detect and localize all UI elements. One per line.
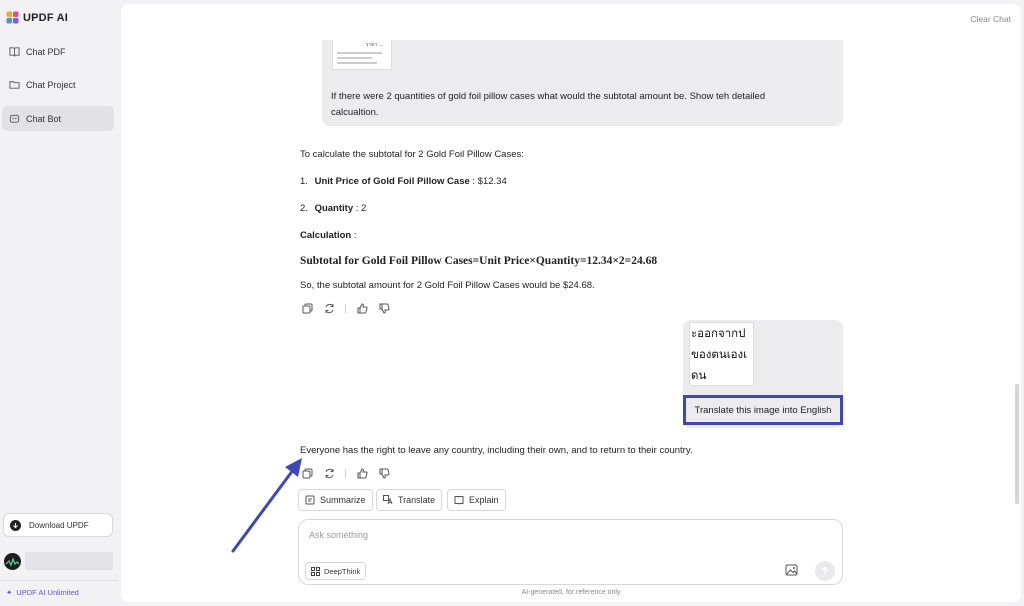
sidebar-item-label: Chat PDF [26, 47, 66, 57]
calculation-heading: Calculation : [300, 230, 356, 241]
explain-button[interactable]: Explain [447, 489, 506, 511]
user-message-text: If there were 2 quantities of gold foil … [331, 89, 811, 121]
user-name-redacted [25, 552, 113, 570]
translate-button[interactable]: Translate [376, 489, 442, 511]
copy-icon[interactable] [301, 467, 313, 479]
send-button[interactable] [815, 561, 835, 581]
chip-label: Translate [398, 495, 435, 505]
list-number: 2. [300, 203, 308, 214]
answer-actions [301, 467, 390, 479]
message-input[interactable] [309, 530, 809, 540]
calculation-formula: Subtotal for Gold Foil Pillow Cases=Unit… [300, 255, 657, 267]
ai-disclaimer: AI-generated, for reference only [121, 589, 1021, 596]
thumbnail-text: ราคา ... [337, 42, 387, 49]
app-logo[interactable]: UPDF AI [6, 11, 68, 24]
download-updf-button[interactable]: Download UPDF [3, 513, 113, 537]
user-message-text: Translate this image into English [695, 405, 832, 416]
send-arrow-icon [820, 566, 830, 576]
image-line: ะออกจากป [691, 323, 753, 344]
download-label: Download UPDF [29, 521, 89, 530]
book-icon [9, 46, 20, 57]
thumbs-down-icon[interactable] [378, 302, 390, 314]
regenerate-icon[interactable] [323, 302, 335, 314]
regenerate-icon[interactable] [323, 467, 335, 479]
divider [0, 580, 118, 581]
answer-item-2: 2. Quantity : 2 [300, 203, 366, 214]
updf-logo-icon [6, 11, 19, 24]
deepthink-toggle[interactable]: DeepThink [305, 562, 366, 580]
item-value: : 2 [353, 203, 366, 214]
calc-heading-suffix: : [351, 230, 356, 241]
list-number: 1. [300, 176, 308, 187]
image-line: ดน [691, 365, 753, 386]
answer-actions [301, 302, 390, 314]
translation-answer: Everyone has the right to leave any coun… [300, 445, 693, 456]
divider [345, 469, 346, 478]
message-composer: DeepThink [298, 519, 843, 585]
item-label: Unit Price of Gold Foil Pillow Case [315, 176, 470, 187]
answer-item-1: 1. Unit Price of Gold Foil Pillow Case :… [300, 176, 507, 187]
deepthink-icon [311, 567, 320, 576]
attached-image-thumbnail[interactable]: ะออกจากป ของตนเองเ ดน [689, 322, 754, 386]
chip-label: Summarize [320, 495, 366, 505]
bot-icon [9, 113, 20, 124]
answer-intro: To calculate the subtotal for 2 Gold Foi… [300, 149, 524, 160]
image-upload-icon[interactable] [785, 563, 799, 577]
translate-icon [383, 495, 393, 505]
user-message: ราคา ... If there were 2 quantities of g… [322, 40, 843, 126]
user-account[interactable] [4, 552, 113, 570]
attached-image-thumbnail[interactable]: ราคา ... [332, 40, 392, 70]
sidebar-item-label: Chat Bot [26, 114, 61, 124]
thumbs-down-icon[interactable] [378, 467, 390, 479]
app-name: UPDF AI [23, 12, 68, 24]
avatar [4, 553, 21, 570]
sidebar: UPDF AI Chat PDF Chat Project Chat Bot D… [0, 0, 118, 606]
ai-unlimited-link[interactable]: ✦ UPDF AI Unlimited [6, 588, 79, 597]
sparkle-icon: ✦ [6, 588, 12, 597]
chat-panel: Clear Chat ราคา ... If there were 2 quan… [121, 4, 1021, 602]
image-line: ของตนเองเ [691, 344, 753, 365]
copy-icon[interactable] [301, 302, 313, 314]
calc-heading-text: Calculation [300, 230, 351, 241]
divider [345, 304, 346, 313]
download-icon [10, 520, 21, 531]
item-label: Quantity [315, 203, 354, 214]
thumbs-up-icon[interactable] [356, 467, 368, 479]
scrollbar[interactable] [1015, 384, 1019, 504]
summarize-button[interactable]: Summarize [298, 489, 373, 511]
thumbs-up-icon[interactable] [356, 302, 368, 314]
chip-label: Explain [469, 495, 499, 505]
item-value: : $12.34 [470, 176, 507, 187]
answer-conclusion: So, the subtotal amount for 2 Gold Foil … [300, 280, 595, 291]
unlimited-label: UPDF AI Unlimited [16, 588, 79, 597]
sidebar-item-chat-pdf[interactable]: Chat PDF [2, 39, 114, 64]
user-message: ะออกจากป ของตนเองเ ดน Translate this ima… [683, 320, 843, 428]
deepthink-label: DeepThink [324, 567, 360, 576]
highlighted-user-message-text: Translate this image into English [683, 395, 843, 425]
sidebar-item-chat-bot[interactable]: Chat Bot [2, 106, 114, 131]
summarize-icon [305, 495, 315, 505]
sidebar-item-chat-project[interactable]: Chat Project [2, 72, 114, 97]
explain-icon [454, 495, 464, 505]
clear-chat-button[interactable]: Clear Chat [970, 14, 1011, 24]
sidebar-item-label: Chat Project [26, 80, 76, 90]
folder-icon [9, 79, 20, 90]
